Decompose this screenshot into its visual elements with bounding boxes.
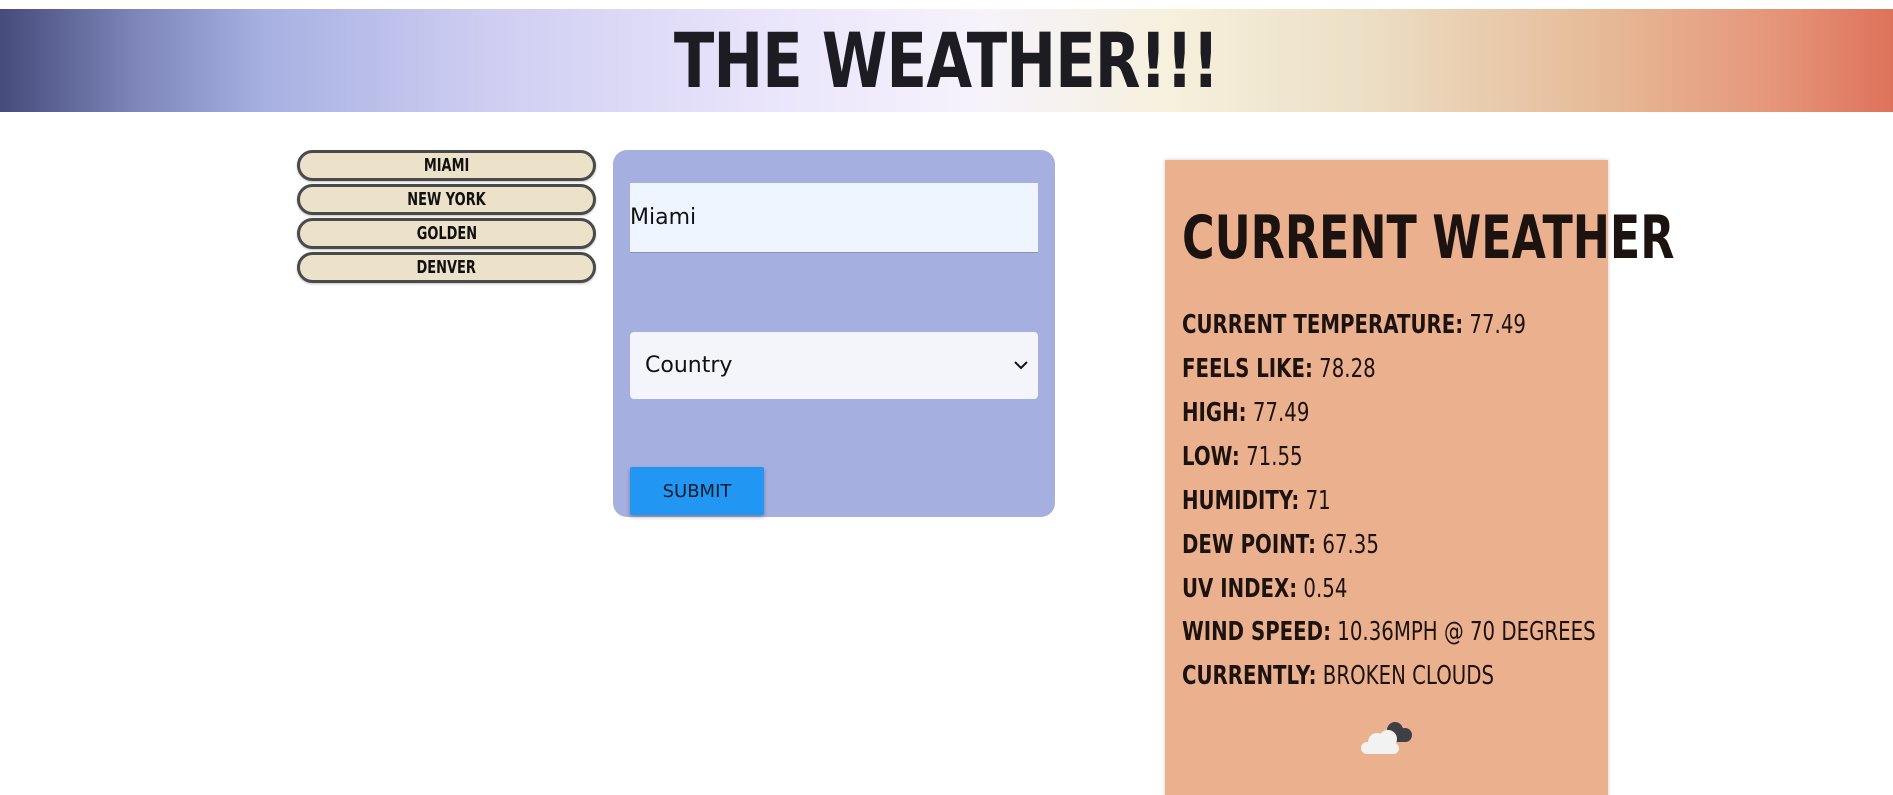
stat-label: LOW: — [1182, 442, 1240, 472]
search-form: Country SUBMIT — [613, 150, 1055, 517]
city-button-miami[interactable]: MIAMI — [297, 150, 596, 181]
stat-label: FEELS LIKE: — [1182, 354, 1313, 384]
stat-label: CURRENT TEMPERATURE: — [1182, 310, 1464, 340]
stat-humidity: HUMIDITY: 71 — [1182, 488, 1331, 514]
stat-feels-like: FEELS LIKE: 78.28 — [1182, 356, 1376, 382]
city-button-denver[interactable]: DENVER — [297, 252, 596, 283]
stat-currently: CURRENTLY: broken clouds — [1182, 663, 1494, 689]
stat-label: WIND SPEED: — [1182, 617, 1331, 647]
stat-value: 77.49 — [1252, 398, 1310, 428]
stat-high: HIGH: 77.49 — [1182, 400, 1309, 426]
city-button-label: NEW YORK — [407, 189, 486, 210]
stat-label: HUMIDITY: — [1182, 486, 1300, 516]
stat-value: 0.54 — [1303, 574, 1348, 604]
saved-cities-list: MIAMI NEW YORK GOLDEN DENVER — [297, 150, 596, 283]
stat-dew-point: DEW POINT: 67.35 — [1182, 532, 1379, 558]
stat-label: CURRENTLY: — [1182, 661, 1317, 691]
stat-value: 71.55 — [1246, 442, 1303, 472]
submit-button[interactable]: SUBMIT — [630, 467, 764, 515]
stat-value: 77.49 — [1469, 310, 1526, 340]
stat-label: DEW POINT: — [1182, 530, 1317, 560]
broken-clouds-icon — [1361, 722, 1412, 754]
stat-value: 71 — [1305, 486, 1331, 516]
country-select[interactable]: Country — [630, 332, 1038, 399]
stat-value: 78.28 — [1319, 354, 1376, 384]
city-button-golden[interactable]: GOLDEN — [297, 218, 596, 249]
city-button-new-york[interactable]: NEW YORK — [297, 184, 596, 215]
country-select-value: Country — [645, 353, 733, 378]
stat-value: 10.36mph @ 70 degrees — [1337, 617, 1596, 647]
city-input[interactable] — [630, 183, 1038, 253]
page-header: THE WEATHER!!! — [0, 9, 1893, 112]
stat-value: broken clouds — [1322, 661, 1495, 691]
stat-wind-speed: WIND SPEED: 10.36mph @ 70 degrees — [1182, 619, 1596, 645]
weather-app: THE WEATHER!!! MIAMI NEW YORK GOLDEN DEN… — [0, 0, 1893, 795]
stat-uv-index: UV INDEX: 0.54 — [1182, 576, 1347, 602]
stat-low: LOW: 71.55 — [1182, 444, 1303, 470]
chevron-down-icon — [1014, 361, 1028, 370]
current-weather-card: CURRENT WEATHER CURRENT TEMPERATURE: 77.… — [1165, 160, 1674, 795]
stat-label: UV INDEX: — [1182, 574, 1298, 604]
current-weather-heading: CURRENT WEATHER — [1182, 203, 1675, 273]
city-button-label: MIAMI — [423, 155, 470, 176]
stat-value: 67.35 — [1322, 530, 1379, 560]
city-button-label: DENVER — [416, 257, 477, 278]
city-button-label: GOLDEN — [416, 223, 477, 244]
stat-label: HIGH: — [1182, 398, 1247, 428]
page-title: THE WEATHER!!! — [674, 15, 1220, 105]
stat-current-temperature: CURRENT TEMPERATURE: 77.49 — [1182, 312, 1526, 338]
